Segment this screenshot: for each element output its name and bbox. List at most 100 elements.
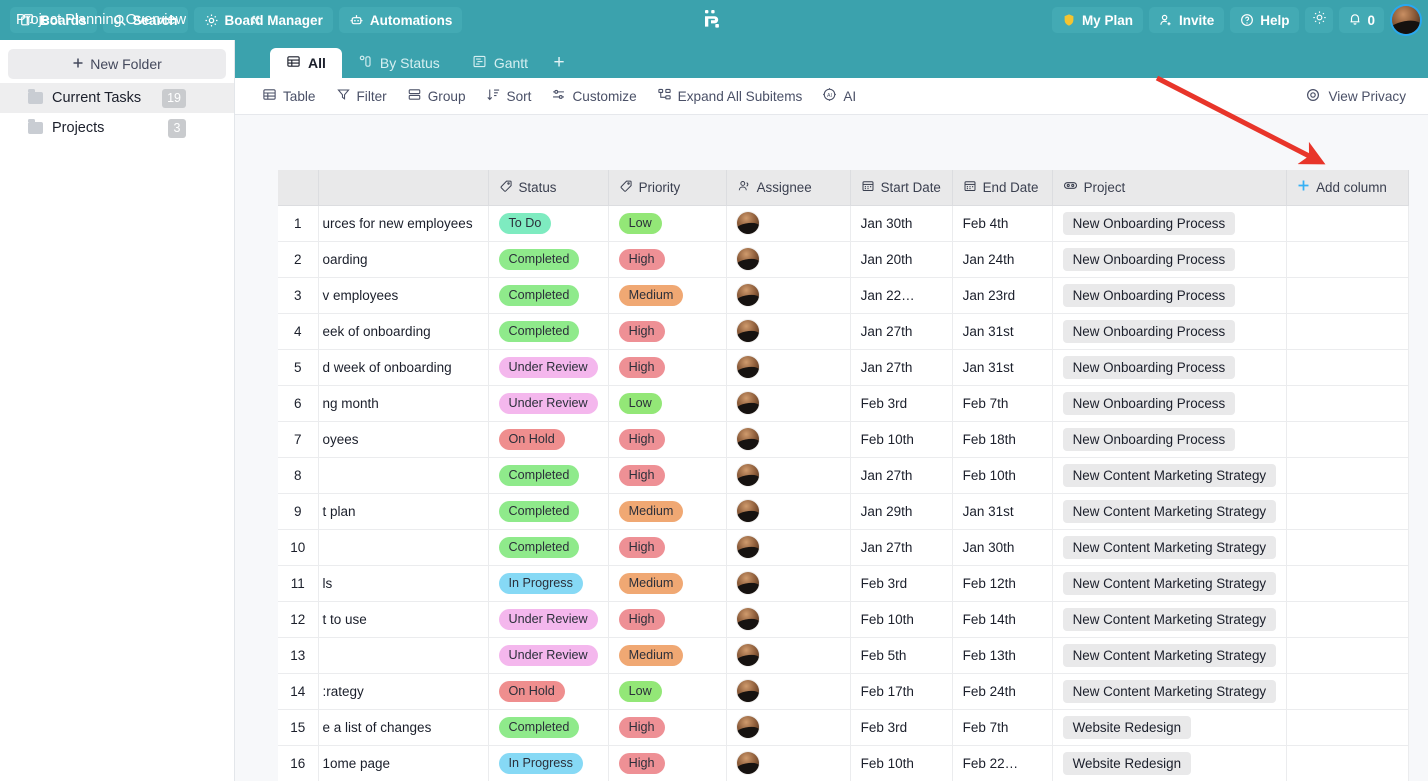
column-header-status[interactable]: Status bbox=[488, 170, 609, 206]
toolbar-customize-button[interactable]: Customize bbox=[542, 83, 645, 109]
task-name-cell[interactable]: :rategy bbox=[318, 673, 489, 710]
table-row[interactable]: 2 oarding Completed High Jan 20th Jan 24th New… bbox=[278, 241, 1410, 278]
task-name-cell[interactable]: ls bbox=[318, 565, 489, 602]
project-chip[interactable]: New Onboarding Process bbox=[1062, 283, 1236, 307]
task-name-cell[interactable]: ng month bbox=[318, 385, 489, 422]
priority-cell[interactable]: Medium bbox=[608, 493, 727, 530]
status-badge[interactable]: Under Review bbox=[498, 608, 598, 630]
end-date-cell[interactable]: Jan 24th bbox=[952, 241, 1053, 278]
status-cell[interactable]: On Hold bbox=[488, 421, 609, 458]
column-header-end-date[interactable]: End Date bbox=[952, 170, 1053, 206]
task-name-cell[interactable]: e a list of changes bbox=[318, 709, 489, 746]
project-chip[interactable]: New Onboarding Process bbox=[1062, 355, 1236, 379]
start-date-cell[interactable]: Feb 10th bbox=[850, 421, 953, 458]
table-row[interactable]: 16 1ome page In Progress High Feb 10th Feb 22… bbox=[278, 745, 1410, 781]
assignee-avatar[interactable] bbox=[736, 608, 759, 630]
column-header-assignee[interactable]: Assignee bbox=[726, 170, 851, 206]
theme-toggle-button[interactable] bbox=[1305, 7, 1334, 33]
status-cell[interactable]: Completed bbox=[488, 313, 609, 350]
status-badge[interactable]: In Progress bbox=[498, 572, 583, 594]
assignee-cell[interactable] bbox=[726, 205, 851, 242]
toolbar-table-button[interactable]: Table bbox=[253, 83, 325, 109]
assignee-cell[interactable] bbox=[726, 385, 851, 422]
assignee-cell[interactable] bbox=[726, 241, 851, 278]
start-date-cell[interactable]: Jan 30th bbox=[850, 205, 953, 242]
task-name-cell[interactable] bbox=[318, 637, 489, 674]
priority-badge[interactable]: High bbox=[618, 608, 665, 630]
notifications-button[interactable]: 0 bbox=[1339, 7, 1384, 33]
priority-cell[interactable]: Low bbox=[608, 385, 727, 422]
assignee-avatar[interactable] bbox=[736, 392, 759, 414]
priority-badge[interactable]: High bbox=[618, 536, 665, 558]
status-cell[interactable]: Completed bbox=[488, 241, 609, 278]
status-badge[interactable]: On Hold bbox=[498, 428, 565, 450]
priority-cell[interactable]: High bbox=[608, 421, 727, 458]
task-name-cell[interactable]: 1ome page bbox=[318, 745, 489, 781]
end-date-cell[interactable]: Jan 31st bbox=[952, 493, 1053, 530]
tab-gantt[interactable]: Gantt bbox=[456, 48, 544, 78]
column-header-start-date[interactable]: Start Date bbox=[850, 170, 953, 206]
priority-cell[interactable]: Low bbox=[608, 673, 727, 710]
table-row[interactable]: 5 d week of onboarding Under Review High Jan… bbox=[278, 349, 1410, 386]
assignee-cell[interactable] bbox=[726, 493, 851, 530]
priority-cell[interactable]: High bbox=[608, 241, 727, 278]
project-chip[interactable]: New Content Marketing Strategy bbox=[1062, 463, 1277, 487]
project-cell[interactable]: New Onboarding Process bbox=[1052, 205, 1288, 242]
assignee-cell[interactable] bbox=[726, 601, 851, 638]
status-badge[interactable]: Completed bbox=[498, 320, 580, 342]
table-row[interactable]: 11 ls In Progress Medium Feb 3rd Feb 12th New … bbox=[278, 565, 1410, 602]
automations-button[interactable]: Automations bbox=[338, 7, 463, 33]
end-date-cell[interactable]: Feb 7th bbox=[952, 709, 1053, 746]
start-date-cell[interactable]: Jan 20th bbox=[850, 241, 953, 278]
status-cell[interactable]: In Progress bbox=[488, 745, 609, 781]
column-header-project[interactable]: Project bbox=[1052, 170, 1288, 206]
priority-badge[interactable]: High bbox=[618, 752, 665, 774]
priority-badge[interactable]: High bbox=[618, 464, 665, 486]
assignee-avatar[interactable] bbox=[736, 248, 759, 270]
tab-by-status[interactable]: By Status bbox=[342, 48, 456, 78]
assignee-avatar[interactable] bbox=[736, 320, 759, 342]
help-button[interactable]: Help bbox=[1230, 7, 1300, 33]
priority-cell[interactable]: Medium bbox=[608, 637, 727, 674]
priority-badge[interactable]: Low bbox=[618, 392, 662, 414]
toolbar-expand-all-subitems-button[interactable]: Expand All Subitems bbox=[648, 83, 812, 109]
status-cell[interactable]: Under Review bbox=[488, 349, 609, 386]
table-row[interactable]: 14:rategy On Hold Low Feb 17th Feb 24th New C… bbox=[278, 673, 1410, 710]
priority-cell[interactable]: High bbox=[608, 313, 727, 350]
project-chip[interactable]: New Content Marketing Strategy bbox=[1062, 535, 1277, 559]
start-date-cell[interactable]: Feb 3rd bbox=[850, 385, 953, 422]
project-cell[interactable]: New Onboarding Process bbox=[1052, 349, 1288, 386]
priority-badge[interactable]: High bbox=[618, 428, 665, 450]
add-column-button[interactable]: Add column bbox=[1286, 170, 1410, 206]
table-row[interactable]: 9 t plan Completed Medium Jan 29th Jan 31st Ne… bbox=[278, 493, 1410, 530]
table-row[interactable]: 12 t to use Under Review High Feb 10th Feb 14… bbox=[278, 601, 1410, 638]
start-date-cell[interactable]: Jan 27th bbox=[850, 457, 953, 494]
status-badge[interactable]: Completed bbox=[498, 716, 580, 738]
assignee-cell[interactable] bbox=[726, 421, 851, 458]
sidebar-folder-current-tasks[interactable]: Current Tasks 19 bbox=[0, 83, 234, 113]
assignee-avatar[interactable] bbox=[736, 212, 759, 234]
project-chip[interactable]: Website Redesign bbox=[1062, 715, 1192, 739]
project-cell[interactable]: New Content Marketing Strategy bbox=[1052, 601, 1288, 638]
end-date-cell[interactable]: Feb 24th bbox=[952, 673, 1053, 710]
status-cell[interactable]: Completed bbox=[488, 709, 609, 746]
priority-cell[interactable]: Medium bbox=[608, 277, 727, 314]
assignee-cell[interactable] bbox=[726, 709, 851, 746]
assignee-avatar[interactable] bbox=[736, 572, 759, 594]
status-cell[interactable]: Completed bbox=[488, 277, 609, 314]
priority-badge[interactable]: Medium bbox=[618, 284, 684, 306]
task-name-cell[interactable]: eek of onboarding bbox=[318, 313, 489, 350]
status-badge[interactable]: Completed bbox=[498, 464, 580, 486]
project-chip[interactable]: New Content Marketing Strategy bbox=[1062, 607, 1277, 631]
start-date-cell[interactable]: Jan 22… bbox=[850, 277, 953, 314]
table-row[interactable]: 4 eek of onboarding Completed High Jan 27th J… bbox=[278, 313, 1410, 350]
priority-badge[interactable]: High bbox=[618, 320, 665, 342]
task-name-cell[interactable] bbox=[318, 529, 489, 566]
project-cell[interactable]: New Content Marketing Strategy bbox=[1052, 565, 1288, 602]
assignee-cell[interactable] bbox=[726, 673, 851, 710]
status-badge[interactable]: Completed bbox=[498, 500, 580, 522]
end-date-cell[interactable]: Jan 31st bbox=[952, 349, 1053, 386]
start-date-cell[interactable]: Feb 10th bbox=[850, 601, 953, 638]
status-badge[interactable]: Under Review bbox=[498, 644, 598, 666]
end-date-cell[interactable]: Feb 18th bbox=[952, 421, 1053, 458]
